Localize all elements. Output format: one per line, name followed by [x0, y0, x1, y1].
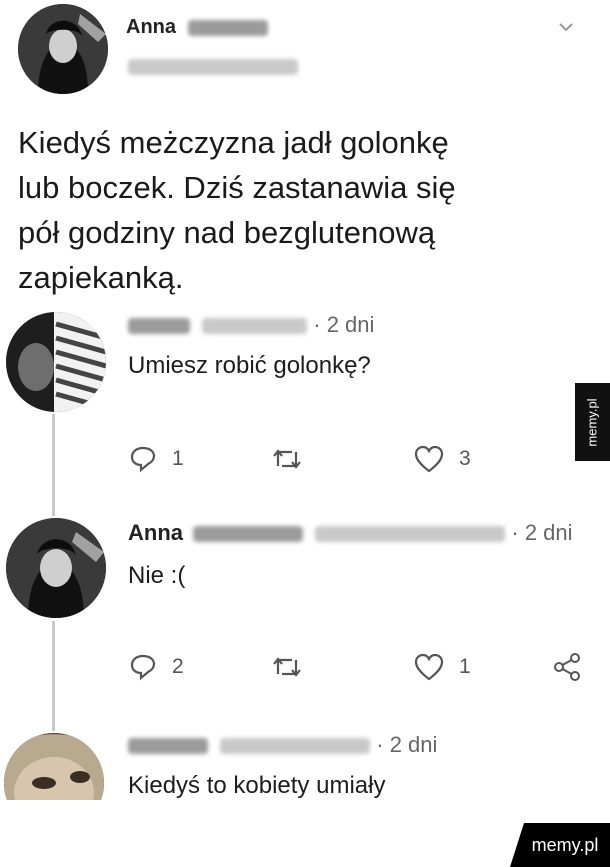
retweet-icon — [273, 449, 301, 469]
watermark-side: memy.pl — [575, 383, 610, 461]
reply-1-header: · 2 dni — [128, 312, 374, 338]
retweet-icon — [273, 657, 301, 677]
avatar-reply-1[interactable] — [6, 312, 106, 412]
share-icon — [554, 653, 580, 681]
watermark-bottom[interactable]: memy.pl — [510, 823, 610, 867]
reply-3-header: · 2 dni — [128, 732, 437, 758]
tweet-text-line: Kiedyś meżczyzna jadł golonkę — [18, 125, 449, 160]
reply-icon — [130, 446, 156, 473]
reply-time: · 2 dni — [376, 732, 438, 757]
reply-handle-blurred — [315, 526, 506, 543]
like-icon — [414, 653, 444, 681]
share-button[interactable] — [552, 652, 582, 682]
reply-2-header: Anna · 2 dni — [128, 520, 573, 546]
watermark-side-text: memy.pl — [585, 397, 600, 447]
author-surname-blurred — [187, 19, 268, 36]
like-count: 3 — [459, 447, 471, 470]
like-button[interactable]: 3 — [413, 444, 471, 474]
reply-count: 1 — [172, 447, 184, 470]
tweet-text-line: pół godziny nad bezglutenową — [18, 215, 436, 250]
watermark-bottom-text: memy.pl — [531, 834, 599, 855]
chevron-down-icon[interactable] — [558, 20, 574, 38]
reply-author-blurred — [193, 526, 304, 543]
reply-icon — [130, 654, 156, 681]
reply-author-blurred — [128, 318, 190, 335]
reply-handle-blurred — [220, 738, 371, 755]
thread-line — [52, 621, 55, 731]
reply-author-blurred — [128, 738, 208, 755]
main-author-row: Anna — [126, 16, 268, 39]
retweet-button[interactable] — [270, 444, 304, 474]
reply-handle-blurred — [202, 318, 308, 335]
reply-count: 2 — [172, 655, 184, 678]
author-name[interactable]: Anna — [126, 16, 176, 38]
like-count: 1 — [459, 655, 471, 678]
like-button[interactable]: 1 — [413, 652, 471, 682]
avatar-reply-2[interactable] — [6, 518, 106, 618]
retweet-button[interactable] — [270, 652, 304, 682]
like-icon — [414, 445, 444, 473]
reply-button[interactable]: 2 — [128, 652, 184, 682]
reply-text: Kiedyś to kobiety umiały — [128, 772, 386, 799]
tweet-text-line: lub boczek. Dziś zastanawia się — [18, 170, 456, 205]
thread-line — [52, 414, 55, 516]
reply-author-name[interactable]: Anna — [128, 520, 183, 545]
reply-text: Umiesz robić golonkę? — [128, 352, 371, 379]
avatar-main[interactable] — [18, 4, 108, 94]
author-handle-blurred — [128, 58, 298, 76]
tweet-text-line: zapiekanką. — [18, 260, 184, 295]
reply-time: · 2 dni — [313, 312, 375, 337]
reply-text: Nie :( — [128, 562, 186, 589]
reply-time: · 2 dni — [511, 520, 573, 545]
reply-button[interactable]: 1 — [128, 444, 184, 474]
main-tweet-text: Kiedyś meżczyzna jadł golonkę lub boczek… — [18, 120, 456, 300]
